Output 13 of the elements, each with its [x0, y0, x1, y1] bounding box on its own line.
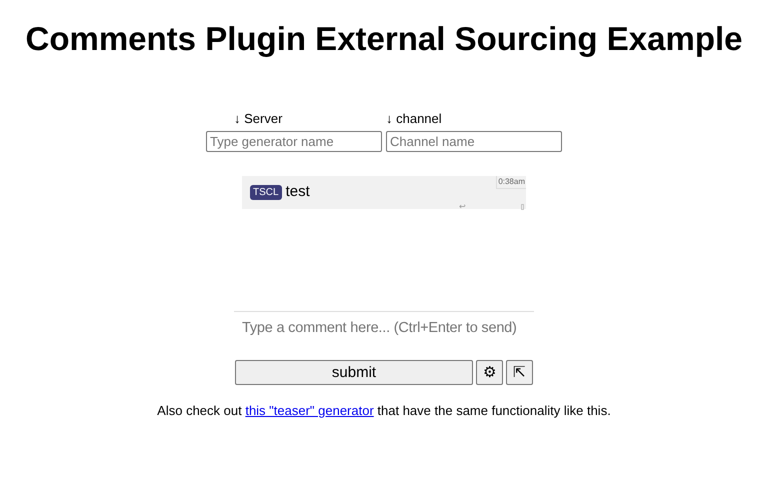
page-title: Comments Plugin External Sourcing Example: [24, 20, 744, 58]
input-field[interactable]: Channel name: [386, 131, 562, 152]
submit-button[interactable]: submit: [235, 360, 473, 385]
field-label: ↓ Server: [233, 111, 284, 127]
icon-button[interactable]: ⚙: [476, 360, 503, 385]
footer-text: Also check out this "teaser" generator that have the same functionality like this.: [156, 402, 612, 420]
comment-time: 0:38am: [496, 176, 526, 189]
generator-link[interactable]: this "teaser" generator: [245, 403, 374, 418]
user-tag: TSCL: [250, 185, 282, 200]
field-label: ↓ channel: [386, 111, 443, 127]
icon-button[interactable]: ⇱: [506, 360, 533, 385]
comment-text: test: [286, 182, 310, 202]
input-field[interactable]: Type generator name: [206, 131, 382, 152]
